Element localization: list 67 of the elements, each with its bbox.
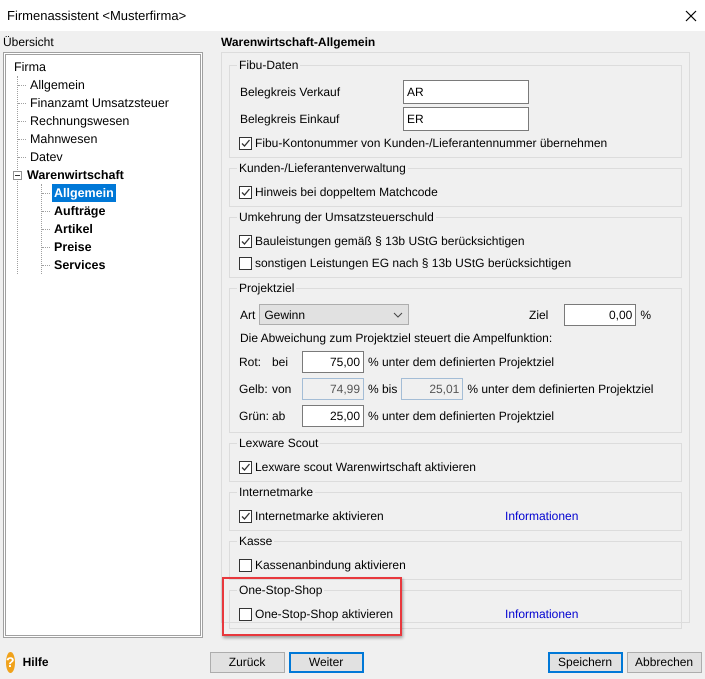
input-field[interactable]: ER bbox=[403, 106, 529, 130]
close-icon[interactable] bbox=[685, 10, 697, 22]
select-field[interactable]: Gewinn bbox=[259, 304, 410, 325]
input-field[interactable]: 75,00 bbox=[302, 350, 364, 372]
field-label: Art bbox=[240, 306, 256, 324]
group-title: Projektziel bbox=[237, 281, 296, 296]
tree-item[interactable]: Mahnwesen bbox=[28, 130, 100, 148]
checkbox[interactable] bbox=[239, 136, 252, 150]
checkbox-label: Lexware scout Warenwirtschaft aktivieren bbox=[255, 459, 476, 476]
group-title: One-Stop-Shop bbox=[237, 583, 324, 598]
tree-item[interactable]: Finanzamt Umsatzsteuer bbox=[28, 94, 171, 112]
field-label: von bbox=[272, 380, 292, 398]
checkbox[interactable] bbox=[239, 460, 252, 474]
collapse-icon[interactable] bbox=[13, 170, 22, 180]
tree-item[interactable]: Allgemein bbox=[52, 184, 116, 202]
input-field[interactable]: 25,00 bbox=[302, 404, 364, 426]
checkbox-label: sonstigen Leistungen EG nach § 13b UStG berücksichtigen bbox=[255, 255, 572, 272]
window-title: Firmenassistent <Musterfirma> bbox=[7, 6, 186, 25]
checkbox[interactable] bbox=[239, 234, 252, 248]
unit-label: % bbox=[640, 306, 651, 324]
field-label: % unter dem definierten Projektziel bbox=[368, 354, 554, 370]
checkbox-label: Internetmarke aktivieren bbox=[255, 508, 385, 525]
tree-item[interactable]: Preise bbox=[52, 238, 94, 256]
section-heading: Warenwirtschaft-Allgemein bbox=[221, 34, 376, 51]
field-label: Ziel bbox=[528, 306, 548, 324]
checkbox-label: Hinweis bei doppeltem Matchcode bbox=[255, 184, 438, 201]
field-label: ab bbox=[272, 408, 286, 424]
tree-item[interactable]: Services bbox=[52, 256, 108, 274]
checkbox-label: Kassenanbindung aktivieren bbox=[255, 557, 406, 574]
tree-item[interactable]: Datev bbox=[28, 148, 65, 166]
checkbox[interactable] bbox=[239, 510, 252, 522]
field-label: % bis bbox=[368, 380, 398, 398]
field-label: Rot: bbox=[238, 354, 262, 370]
group-title: Kunden-/Lieferantenverwaltung bbox=[237, 161, 408, 176]
checkbox-label: Fibu-Kontonummer von Kunden-/Lieferantennummer übernehmen bbox=[255, 135, 608, 152]
hint-text: Die Abweichung zum Projektziel steuert die Ampelfunktion: bbox=[239, 330, 552, 347]
tree-item[interactable]: Artikel bbox=[52, 220, 95, 238]
checkbox-label: One-Stop-Shop aktivieren bbox=[255, 606, 394, 623]
dialog-button[interactable]: Weiter bbox=[288, 652, 364, 672]
checkbox[interactable] bbox=[239, 608, 252, 620]
sidebar-heading: Übersicht bbox=[3, 34, 55, 51]
tree-item[interactable]: Warenwirtschaft bbox=[25, 166, 126, 184]
checkbox-label: Bauleistungen gemäß § 13b UStG berücksichtigen bbox=[255, 233, 524, 250]
field-label: bei bbox=[272, 354, 290, 370]
tree-item[interactable]: Aufträge bbox=[52, 202, 108, 220]
dialog-button[interactable]: Speichern bbox=[548, 652, 623, 672]
tree-item[interactable]: Allgemein bbox=[28, 76, 87, 94]
field-label: Grün: bbox=[238, 408, 270, 424]
checkbox[interactable] bbox=[239, 256, 252, 270]
info-link[interactable]: Informationen bbox=[505, 605, 578, 623]
checkbox[interactable] bbox=[239, 558, 252, 572]
tree-item[interactable]: Firma bbox=[12, 58, 48, 76]
dialog-button[interactable]: Abbrechen bbox=[626, 652, 702, 672]
chevron-down-icon bbox=[393, 312, 404, 318]
field-label: % unter dem definierten Projektziel bbox=[467, 380, 654, 398]
field-label: Gelb: bbox=[238, 380, 269, 398]
field-label: Belegkreis Einkauf bbox=[239, 110, 340, 128]
field-label: % unter dem definierten Projektziel bbox=[368, 408, 554, 424]
input-field[interactable]: 0,00 bbox=[564, 304, 636, 326]
help-label[interactable]: Hilfe bbox=[22, 653, 49, 671]
field-label: Belegkreis Verkauf bbox=[239, 84, 342, 100]
tree-item[interactable]: Rechnungswesen bbox=[28, 112, 132, 130]
checkbox[interactable] bbox=[239, 186, 252, 198]
info-link[interactable]: Informationen bbox=[505, 507, 578, 525]
input-field[interactable]: AR bbox=[403, 80, 529, 104]
dialog-button[interactable]: Zurück bbox=[210, 652, 285, 672]
group-title: Umkehrung der Umsatzsteuerschuld bbox=[237, 210, 436, 225]
